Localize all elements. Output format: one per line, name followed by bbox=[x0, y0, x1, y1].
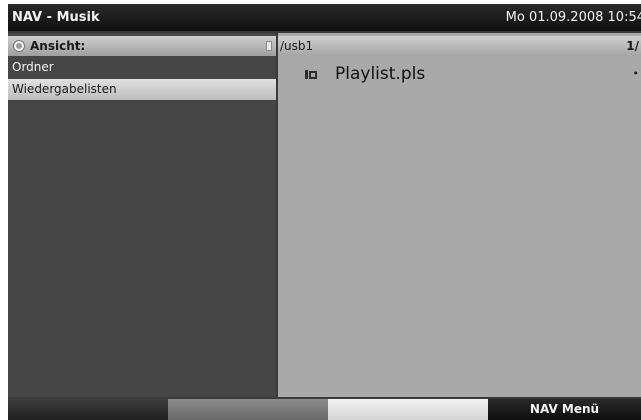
app-title: NAV - Musik bbox=[12, 10, 100, 25]
view-pane: Ansicht: Ordner Wiedergabelisten bbox=[8, 33, 276, 397]
page-indicator: 1/ bbox=[626, 39, 639, 53]
view-selector[interactable]: Ansicht: bbox=[8, 36, 276, 56]
date-time: Mo 01.09.2008 10:54 bbox=[505, 10, 641, 25]
function-key-bar: NAV Menü bbox=[8, 399, 641, 420]
green-function-key[interactable] bbox=[168, 399, 328, 420]
view-icon bbox=[13, 40, 25, 52]
file-list-pane: /usb1 1/ Playlist.pls • bbox=[278, 33, 641, 397]
menu-item-label: Wiedergabelisten bbox=[12, 82, 117, 96]
file-name: Playlist.pls bbox=[335, 64, 426, 84]
osd-frame: NAV - Musik Mo 01.09.2008 10:54 Ansicht:… bbox=[8, 4, 641, 420]
view-label: Ansicht: bbox=[30, 39, 86, 53]
file-list-item[interactable]: Playlist.pls • bbox=[278, 61, 641, 87]
playlist-icon bbox=[305, 70, 317, 79]
yellow-function-key[interactable] bbox=[328, 399, 488, 420]
screen: NAV - Musik Mo 01.09.2008 10:54 Ansicht:… bbox=[0, 0, 641, 420]
nav-menu-button[interactable]: NAV Menü bbox=[488, 399, 641, 420]
menu-item-wiedergabelisten[interactable]: Wiedergabelisten bbox=[8, 79, 276, 100]
path-bar: /usb1 1/ bbox=[278, 36, 641, 56]
title-bar: NAV - Musik Mo 01.09.2008 10:54 bbox=[8, 4, 641, 31]
scroll-indicator-icon bbox=[266, 41, 272, 51]
red-function-key[interactable] bbox=[8, 399, 168, 420]
current-path: /usb1 bbox=[280, 39, 314, 53]
menu-item-label: Ordner bbox=[12, 60, 54, 74]
menu-item-ordner[interactable]: Ordner bbox=[8, 58, 276, 77]
play-marker-icon: • bbox=[632, 67, 640, 80]
